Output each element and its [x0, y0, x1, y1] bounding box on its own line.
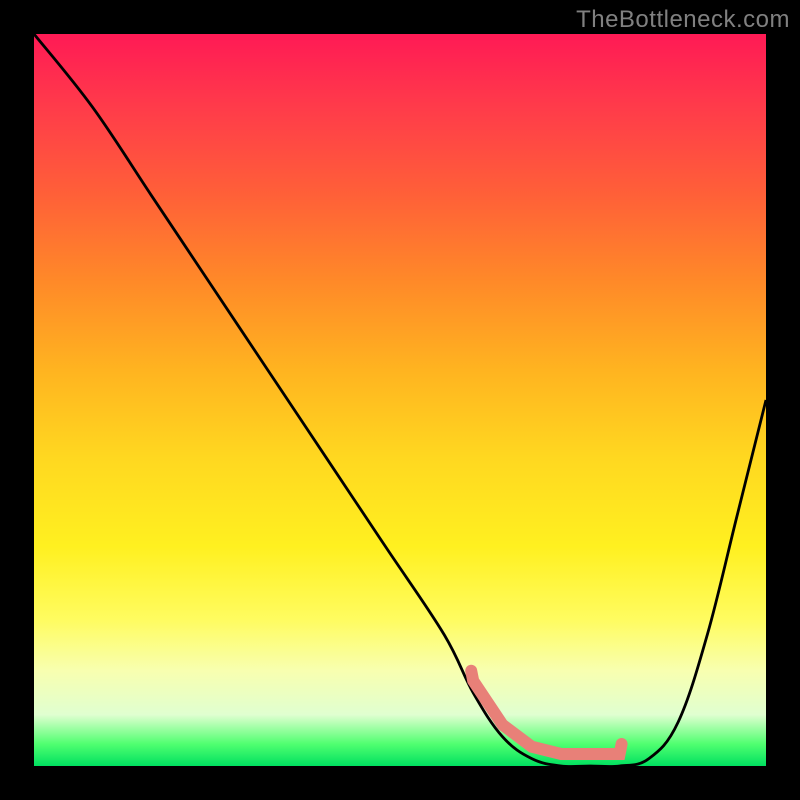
chart-plot-area [34, 34, 766, 766]
chart-curve-layer [34, 34, 766, 766]
bottleneck-curve [34, 34, 766, 766]
valley-marker [471, 671, 621, 754]
watermark-text: TheBottleneck.com [576, 6, 790, 34]
